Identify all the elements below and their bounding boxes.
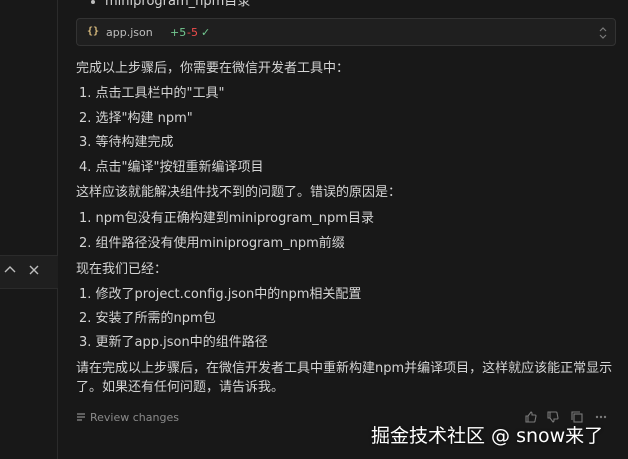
list-item: 1. 修改了project.config.json中的npm相关配置 [79,287,362,302]
bullet-icon [91,0,95,4]
list-item: 4. 点击"编译"按钮重新编译项目 [79,160,264,175]
review-changes-button[interactable]: Review changes [76,411,179,424]
json-file-icon: {} [87,26,100,37]
deletions-count: -5 [187,26,198,39]
list-item: 1. npm包没有正确构建到miniprogram_npm目录 [79,211,374,226]
watermark: 掘金技术社区 @ snow来了 [371,425,604,447]
expand-icon[interactable] [598,26,608,40]
additions-count: +5 [170,26,187,39]
now-intro-text: 现在我们已经： [76,262,168,277]
previous-list-item: miniprogram_npm目录 [91,0,250,9]
cause-intro-text: 这样应该就能解决组件找不到的问题了。错误的原因是： [76,185,402,200]
check-icon: ✓ [201,26,211,39]
close-icon[interactable] [27,263,41,277]
file-name: app.json [106,26,153,39]
list-item: 2. 选择"构建 npm" [79,111,193,126]
list-item: 3. 等待构建完成 [79,135,174,150]
chevron-up-icon[interactable] [3,263,17,277]
review-changes-label: Review changes [90,411,179,424]
closing-text-line2: 了。如果还有任何问题，请告诉我。 [76,380,285,395]
list-item: 2. 安装了所需的npm包 [79,311,216,326]
closing-text-line1: 请在完成以上步骤后，在微信开发者工具中重新构建npm并编译项目，这样就应该能正常… [76,361,613,376]
list-item: 1. 点击工具栏中的"工具" [79,86,225,101]
list-item: 3. 更新了app.json中的组件路径 [79,335,268,350]
previous-list-text: miniprogram_npm目录 [105,0,251,9]
left-panel [0,0,58,459]
chat-panel: miniprogram_npm目录 {} app.json +5 -5 ✓ 完成… [59,0,628,459]
list-icon [77,413,85,421]
file-change-chip[interactable]: {} app.json +5 -5 ✓ [76,18,616,46]
intro-text: 完成以上步骤后，你需要在微信开发者工具中： [76,61,350,76]
list-item: 2. 组件路径没有使用miniprogram_npm前缀 [79,236,345,251]
